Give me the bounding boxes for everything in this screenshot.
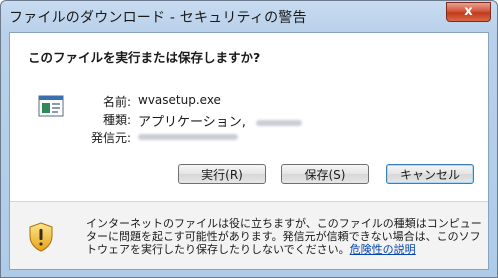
application-file-icon — [38, 95, 64, 117]
title-bar[interactable]: ファイルのダウンロード - セキュリティの警告 x — [1, 1, 497, 31]
file-type-value: アプリケーション, — [138, 115, 246, 130]
window-title: ファイルのダウンロード - セキュリティの警告 — [9, 10, 307, 26]
warning-text: インターネットのファイルは役に立ちますが、このファイルの種類はコンピューターに問… — [86, 217, 482, 256]
warning-message: インターネットのファイルは役に立ちますが、このファイルの種類はコンピューターに問… — [86, 217, 482, 256]
run-button[interactable]: 実行(R) — [178, 164, 266, 184]
dialog-content: このファイルを実行または保存しますか? 名前: wvasetup.exe 種類:… — [9, 32, 489, 270]
download-security-warning-dialog: ファイルのダウンロード - セキュリティの警告 x このファイルを実行または保存… — [0, 0, 498, 278]
file-source-redacted-container — [138, 129, 238, 143]
file-source-redacted — [138, 133, 238, 140]
file-size-redacted — [256, 119, 303, 126]
close-icon: x — [464, 4, 473, 19]
file-source-label: 発信元: — [90, 131, 131, 145]
save-button[interactable]: 保存(S) — [281, 164, 369, 184]
risk-explanation-link[interactable]: 危険性の説明 — [350, 243, 416, 256]
warning-footer: インターネットのファイルは役に立ちますが、このファイルの種類はコンピューターに問… — [10, 202, 488, 269]
security-shield-icon — [29, 222, 53, 252]
dialog-question: このファイルを実行または保存しますか? — [28, 50, 261, 65]
file-name-value: wvasetup.exe — [138, 93, 221, 107]
file-type-container: アプリケーション, — [138, 111, 303, 130]
file-type-label: 種類: — [102, 113, 131, 127]
cancel-button[interactable]: キャンセル — [386, 164, 474, 184]
file-name-label: 名前: — [102, 95, 131, 109]
close-button[interactable]: x — [446, 2, 491, 22]
